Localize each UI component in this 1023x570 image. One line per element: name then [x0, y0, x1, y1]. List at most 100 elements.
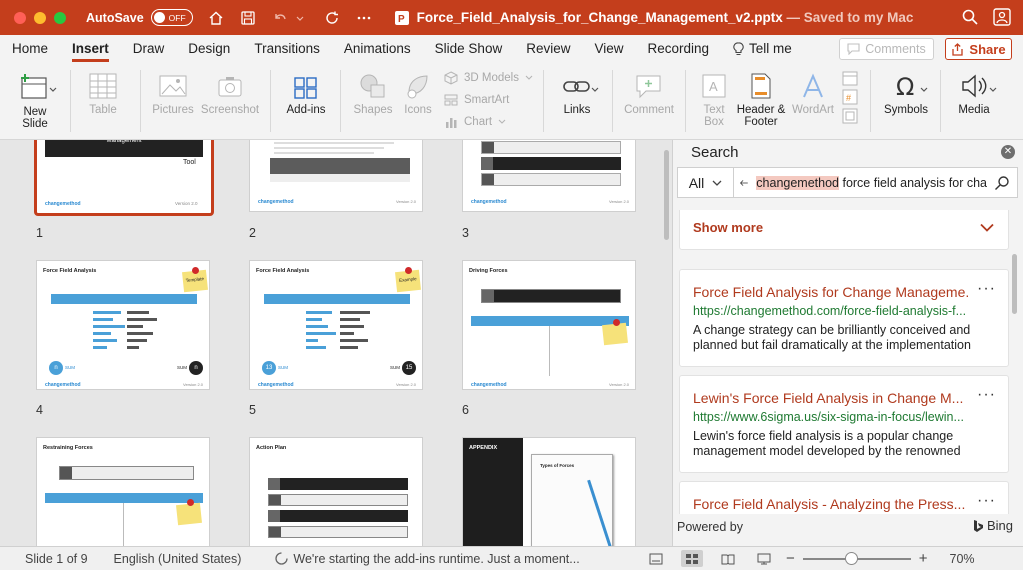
tab-transitions[interactable]: Transitions — [254, 37, 320, 60]
tell-me[interactable]: Tell me — [733, 37, 792, 60]
slide-sorter-view-icon[interactable] — [681, 550, 703, 567]
media-dropdown-icon[interactable] — [989, 82, 997, 96]
comments-button[interactable]: Comments — [839, 38, 934, 60]
search-result[interactable]: Force Field Analysis for Change Manageme… — [679, 269, 1009, 367]
minimize-window-button[interactable] — [34, 11, 46, 24]
chart-button[interactable]: Chart — [444, 115, 506, 129]
comment-button[interactable]: Comment — [622, 72, 676, 116]
icons-button[interactable]: Icons — [400, 72, 436, 116]
tab-view[interactable]: View — [594, 37, 623, 60]
slide-thumbnail[interactable]: changemethod Version 2.0 — [249, 140, 423, 212]
language-indicator[interactable]: English (United States) — [114, 552, 242, 566]
object-icon[interactable] — [842, 108, 858, 124]
search-results: Show more Force Field Analysis for Chang… — [673, 210, 1013, 514]
text-box-button[interactable]: A Text Box — [693, 72, 735, 128]
header-footer-label-1: Header & — [736, 104, 786, 116]
result-snippet: A change strategy can be brilliantly con… — [693, 323, 971, 352]
search-input[interactable]: changemethod force field analysis for ch… — [734, 175, 987, 190]
zoom-in-button[interactable]: + — [919, 551, 928, 566]
sorter-scrollbar[interactable] — [664, 150, 669, 240]
zoom-slider[interactable] — [802, 552, 911, 565]
search-icon[interactable] — [961, 8, 979, 29]
screenshot-button[interactable]: Screenshot — [200, 72, 260, 116]
tab-insert[interactable]: Insert — [72, 37, 109, 62]
search-scope-dropdown[interactable]: All — [678, 168, 734, 197]
result-title[interactable]: Force Field Analysis - Analyzing the Pre… — [693, 496, 968, 512]
slide-header-bar — [45, 493, 203, 503]
close-pane-button[interactable]: ✕ — [1001, 145, 1015, 159]
result-url[interactable]: https://www.6sigma.us/six-sigma-in-focus… — [693, 410, 983, 424]
new-slide-dropdown-icon[interactable] — [49, 82, 57, 96]
save-icon[interactable] — [239, 9, 257, 27]
3d-models-button[interactable]: 3D Models — [444, 71, 533, 85]
comment-bubble-icon — [847, 43, 860, 55]
date-time-icon[interactable] — [842, 70, 858, 86]
back-arrow-icon[interactable] — [740, 177, 748, 189]
home-icon[interactable] — [207, 9, 225, 27]
result-url[interactable]: https://changemethod.com/force-field-ana… — [693, 304, 983, 318]
undo-dropdown-icon[interactable] — [291, 9, 309, 27]
wordart-button[interactable]: WordArt — [790, 72, 836, 116]
show-more-button[interactable]: Show more — [679, 210, 1009, 250]
slide-logo: changemethod — [45, 201, 81, 207]
maximize-window-button[interactable] — [54, 11, 66, 24]
close-window-button[interactable] — [14, 11, 26, 24]
redo-icon[interactable] — [323, 9, 341, 27]
slide-thumbnail[interactable]: APPENDIX Types of Forces — [462, 437, 636, 546]
zoom-out-button[interactable]: − — [786, 551, 795, 566]
tab-draw[interactable]: Draw — [133, 37, 165, 60]
tab-review[interactable]: Review — [526, 37, 570, 60]
more-options-icon[interactable]: ··· — [977, 386, 996, 404]
pictures-button[interactable]: Pictures — [148, 72, 198, 116]
zoom-percentage[interactable]: 70% — [950, 552, 975, 566]
title-bar: AutoSave OFF P Force_Field_Analysis_for_… — [0, 0, 1023, 35]
result-title[interactable]: Lewin's Force Field Analysis in Change M… — [693, 390, 968, 406]
table-button[interactable]: Table — [80, 72, 126, 116]
tab-design[interactable]: Design — [188, 37, 230, 60]
slide-logo: changemethod — [258, 199, 294, 205]
header-footer-button[interactable]: Header & Footer — [735, 72, 787, 128]
slide-thumbnail[interactable]: Force Field Analysis Template n SUM SUM … — [36, 260, 210, 390]
slide-step — [481, 157, 621, 170]
results-scrollbar[interactable] — [1012, 254, 1017, 314]
reading-view-icon[interactable] — [717, 550, 739, 567]
zoom-slider-thumb[interactable] — [845, 552, 859, 565]
bing-icon — [974, 519, 983, 532]
search-result[interactable]: Lewin's Force Field Analysis in Change M… — [679, 375, 1009, 473]
shapes-icon — [360, 74, 385, 98]
slide-logo: changemethod — [471, 382, 507, 388]
slide-thumbnail[interactable]: Driving Forces changemethod Version 2.0 — [462, 260, 636, 390]
share-button[interactable]: Share — [945, 38, 1012, 60]
tab-home[interactable]: Home — [12, 37, 48, 60]
smartart-button[interactable]: SmartArt — [444, 93, 509, 107]
tab-slide-show[interactable]: Slide Show — [435, 37, 503, 60]
slide-thumbnail[interactable]: Action Plan — [249, 437, 423, 546]
shapes-button[interactable]: Shapes — [350, 72, 396, 116]
slide-thumbnail[interactable]: Force Field Analysis Example 13 SUM SUM … — [249, 260, 423, 390]
add-ins-button[interactable]: Add-ins — [281, 72, 331, 116]
slide-number-icon[interactable]: # — [842, 89, 858, 105]
slide-thumbnail[interactable]: Restraining Forces — [36, 437, 210, 546]
notes-icon[interactable] — [645, 550, 667, 567]
more-options-icon[interactable]: ··· — [977, 280, 996, 298]
tab-recording[interactable]: Recording — [648, 37, 710, 60]
more-commands-icon[interactable] — [355, 9, 373, 27]
new-slide-button[interactable]: New Slide — [10, 72, 60, 130]
header-footer-icon — [751, 73, 771, 99]
links-dropdown-icon[interactable] — [591, 82, 599, 96]
slide-thumbnail[interactable]: changemethod Version 2.0 — [462, 140, 636, 212]
autosave-toggle[interactable]: OFF — [150, 9, 193, 26]
search-icon[interactable] — [987, 175, 1017, 191]
slide-thumbnail[interactable]: Management Tool changemethod Version 2.0 — [34, 140, 214, 216]
slide-show-view-icon[interactable] — [753, 550, 775, 567]
sum-label: SUM — [390, 365, 400, 370]
tab-animations[interactable]: Animations — [344, 37, 411, 60]
undo-icon[interactable] — [271, 9, 289, 27]
account-icon[interactable] — [993, 8, 1011, 29]
screenshot-icon — [218, 77, 242, 97]
more-options-icon[interactable]: ··· — [977, 492, 996, 510]
symbols-dropdown-icon[interactable] — [920, 82, 928, 96]
search-result[interactable]: Force Field Analysis - Analyzing the Pre… — [679, 481, 1009, 514]
slide-step — [268, 510, 408, 522]
result-title[interactable]: Force Field Analysis for Change Manageme… — [693, 284, 968, 300]
